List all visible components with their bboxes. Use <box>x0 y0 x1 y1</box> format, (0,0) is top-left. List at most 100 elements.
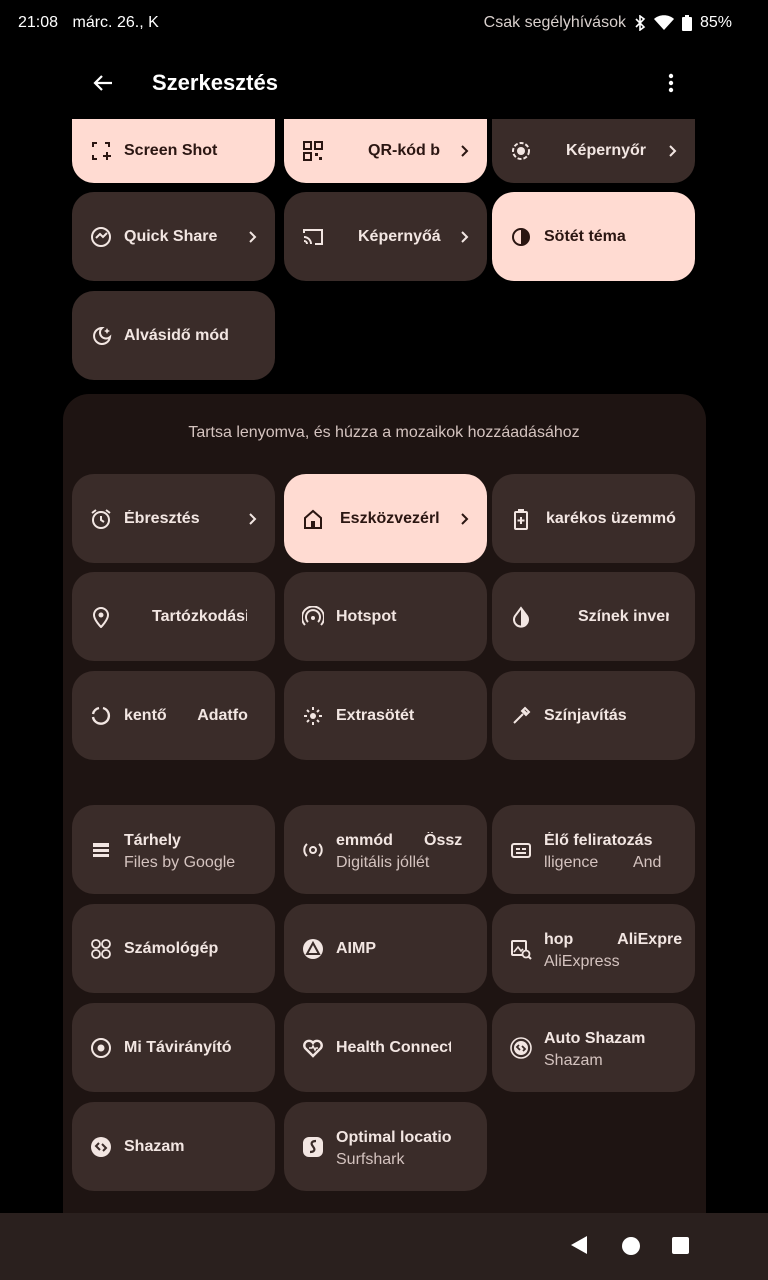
bedtime-icon <box>90 325 112 347</box>
tile-label: Extrasötét <box>336 706 415 724</box>
battery-icon <box>681 15 692 31</box>
quick-share-icon <box>90 226 112 248</box>
more-vert-icon <box>668 73 674 93</box>
tile-label: Quick Share <box>124 227 218 245</box>
tile-quick-share[interactable]: Quick Share <box>72 192 275 281</box>
tile-alarm[interactable]: Ébresztés <box>72 474 275 563</box>
more-options-button[interactable] <box>656 66 686 100</box>
tile-label: QR-kód b <box>368 142 440 159</box>
back-button[interactable] <box>86 66 120 100</box>
tile-sublabel: lligence And <box>544 854 662 871</box>
screenshot-icon <box>90 140 112 162</box>
tile-health-connect[interactable]: Health Connect <box>284 1003 487 1092</box>
location-icon <box>90 606 112 628</box>
status-left: 21:08 márc. 26., K <box>18 14 169 32</box>
tile-sublabel: Shazam <box>544 1052 603 1069</box>
cast-icon <box>302 226 324 248</box>
tile-label: hop AliExpre <box>544 931 683 948</box>
tile-extra-dim[interactable]: Extrasötét <box>284 671 487 760</box>
tile-label: Sötét téma <box>544 227 626 245</box>
calculator-icon <box>90 938 112 960</box>
tile-cast[interactable]: Képernyőá <box>284 192 487 281</box>
tile-label: Auto Shazam <box>544 1030 646 1047</box>
tile-label: Élő feliratozás <box>544 832 653 849</box>
tile-bedtime[interactable]: Alvásidő mód <box>72 291 275 380</box>
qr-code-icon <box>302 140 324 162</box>
tile-label: Mi Távirányító <box>124 1038 232 1056</box>
tile-sublabel: AliExpress <box>544 953 620 970</box>
page-title: Szerkesztés <box>152 70 278 95</box>
tile-sublabel: Digitális jóllét <box>336 854 430 871</box>
tile-label: karékos üzemmó <box>546 509 676 527</box>
remote-icon <box>90 1037 112 1059</box>
tile-qr-code[interactable]: QR-kód b <box>284 119 487 183</box>
hotspot-icon <box>302 605 324 628</box>
tile-mi-remote[interactable]: Mi Távirányító <box>72 1003 275 1092</box>
tile-sublabel: Surfshark <box>336 1151 405 1168</box>
tile-optimal-location[interactable]: Optimal location Surfshark <box>284 1102 487 1191</box>
tile-label: Hotspot <box>336 607 397 625</box>
live-caption-icon <box>510 839 532 861</box>
status-bar: 21:08 márc. 26., K Csak segélyhívások 85… <box>0 0 768 48</box>
screen-record-icon <box>510 140 532 162</box>
alarm-icon <box>90 508 112 530</box>
tile-auto-shazam[interactable]: Auto Shazam Shazam <box>492 1003 695 1092</box>
chevron-right-icon <box>665 144 679 158</box>
chevron-right-icon <box>457 512 471 526</box>
tile-location[interactable]: Tartózkodási <box>72 572 275 661</box>
tile-label: Health Connect <box>336 1038 451 1056</box>
arrow-back-icon <box>93 75 112 91</box>
tile-label: Shazam <box>124 1137 185 1155</box>
health-connect-icon <box>302 1037 324 1059</box>
aimp-icon <box>302 938 324 960</box>
wifi-icon <box>653 15 674 31</box>
tile-dark-theme[interactable]: Sötét téma <box>492 192 695 281</box>
tile-label: Screen Shot <box>124 142 218 159</box>
tile-label: Tárhely <box>124 832 181 849</box>
tile-battery-saver[interactable]: karékos üzemmó <box>492 474 695 563</box>
tile-label: Képernyőr <box>566 142 647 159</box>
auto-shazam-icon <box>510 1036 532 1059</box>
tile-aimp[interactable]: AIMP <box>284 904 487 993</box>
tile-shazam[interactable]: Shazam <box>72 1102 275 1191</box>
tile-device-controls[interactable]: Eszközvezérl <box>284 474 487 563</box>
chevron-right-icon <box>245 230 259 244</box>
nav-home-button[interactable] <box>622 1237 640 1255</box>
tile-focus-mode[interactable]: emmód Össz Digitális jóllét <box>284 805 487 894</box>
dark-theme-icon <box>510 226 532 248</box>
nav-recents-button[interactable] <box>672 1237 689 1254</box>
home-icon <box>302 508 324 530</box>
tile-color-correction[interactable]: Színjavítás <box>492 671 695 760</box>
tile-calculator[interactable]: Számológép <box>72 904 275 993</box>
tile-label: Optimal location <box>336 1129 451 1146</box>
storage-icon <box>90 839 112 861</box>
tile-invert-colors[interactable]: Színek invert <box>492 572 695 661</box>
app-bar: Szerkesztés <box>0 56 768 116</box>
tile-hotspot[interactable]: Hotspot <box>284 572 487 661</box>
tile-label: Alvásidő mód <box>124 326 229 344</box>
bluetooth-icon <box>634 15 646 31</box>
navigation-bar <box>0 1213 768 1280</box>
tile-data-saver[interactable]: kentő Adatfo <box>72 671 275 760</box>
tile-label: Képernyőá <box>358 227 441 245</box>
status-time: 21:08 <box>18 14 59 31</box>
drag-hint: Tartsa lenyomva, és húzza a mozaikok hoz… <box>188 424 580 441</box>
chevron-right-icon <box>245 512 259 526</box>
tile-storage[interactable]: Tárhely Files by Google <box>72 805 275 894</box>
chevron-right-icon <box>457 230 471 244</box>
battery-percent: 85% <box>699 14 732 31</box>
tile-screen-record[interactable]: Képernyőr <box>492 119 695 183</box>
nav-back-button[interactable] <box>570 1235 588 1255</box>
status-right: Csak segélyhívások 85% <box>484 14 732 32</box>
tile-screen-shot[interactable]: Screen Shot <box>72 119 275 183</box>
tile-label: Számológép <box>124 939 219 957</box>
tile-aliexpress[interactable]: hop AliExpre AliExpress <box>492 904 695 993</box>
tile-live-caption[interactable]: Élő feliratozás lligence And <box>492 805 695 894</box>
nav-back-icon <box>571 1236 587 1254</box>
tile-label: Színjavítás <box>544 706 627 724</box>
tile-label: emmód Össz <box>336 832 463 849</box>
tile-label: AIMP <box>336 939 376 957</box>
battery-saver-icon <box>510 508 532 530</box>
data-saver-icon <box>90 705 112 727</box>
status-date: márc. 26., K <box>72 14 159 31</box>
